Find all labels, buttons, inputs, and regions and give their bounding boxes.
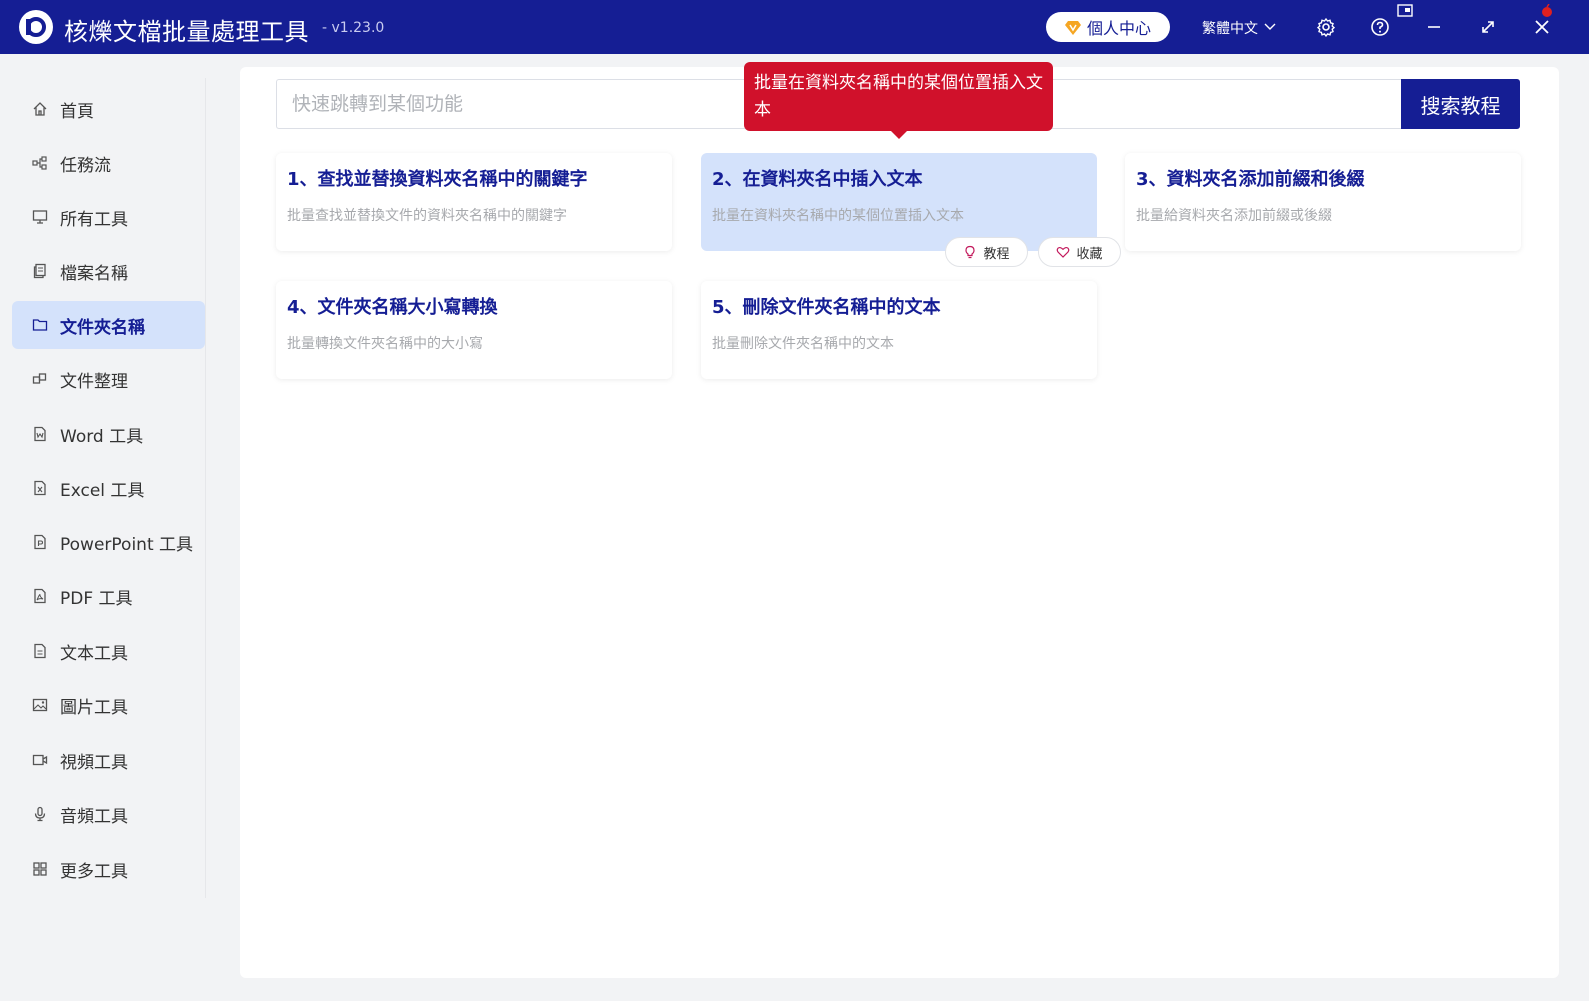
sidebar-item-label: 視頻工具 [60,752,128,773]
sidebar-item-pdf-tools[interactable]: PDF 工具 [12,572,205,620]
sidebar-item-label: 文件整理 [60,371,128,392]
ppt-file-icon [32,534,48,550]
workflow-icon [32,155,48,171]
vip-gem-icon [1064,20,1081,35]
language-selector[interactable]: 繁體中文 [1202,18,1276,38]
sidebar-item-label: 更多工具 [60,861,128,882]
sidebar-item-folder-names[interactable]: 文件夾名稱 [12,301,205,349]
tool-card-case-convert[interactable]: 4、文件夾名稱大小寫轉換 批量轉換文件夾名稱中的大小寫 [276,281,672,379]
card-title: 5、刪除文件夾名稱中的文本 [712,297,941,318]
sidebar-item-workflow[interactable]: 任務流 [12,139,205,187]
sidebar-divider [205,78,206,898]
user-center-label: 個人中心 [1086,19,1151,38]
sidebar-item-label: 檔案名稱 [60,263,128,284]
microphone-icon [32,806,48,822]
favorite-label: 收藏 [1076,246,1103,262]
sidebar-item-image-tools[interactable]: 圖片工具 [12,681,205,729]
help-icon[interactable] [1369,16,1391,38]
word-file-icon [32,426,48,442]
sidebar-item-word-tools[interactable]: Word 工具 [12,410,205,458]
file-copy-icon [32,263,48,279]
card-title: 4、文件夾名稱大小寫轉換 [287,297,498,318]
user-center-button[interactable]: 個人中心 [1046,12,1170,42]
sidebar-item-label: 任務流 [60,155,111,176]
title-bar: 核爍文檔批量處理工具 - v1.23.0 個人中心 繁體中文 [0,0,1589,54]
search-tutorial-button[interactable]: 搜索教程 [1401,79,1520,129]
app-logo-icon [19,10,53,44]
tool-card-insert-text[interactable]: 2、在資料夾名中插入文本 批量在資料夾名稱中的某個位置插入文本 [701,153,1097,251]
notification-icon[interactable] [1397,4,1413,18]
sidebar-item-label: 文件夾名稱 [60,317,145,338]
tutorial-button[interactable]: 教程 [945,237,1028,267]
lightbulb-icon [963,245,977,259]
card-description: 批量刪除文件夾名稱中的文本 [712,336,894,352]
sidebar-item-audio-tools[interactable]: 音頻工具 [12,790,205,838]
grid-icon [32,861,48,877]
sidebar-item-label: 所有工具 [60,209,128,230]
tooltip-arrow [890,130,908,139]
maximize-icon[interactable] [1477,16,1499,38]
image-icon [32,697,48,713]
sidebar-item-label: Word 工具 [60,426,144,447]
heart-icon [1056,245,1070,259]
card-description: 批量查找並替換文件的資料夾名稱中的關鍵字 [287,208,567,224]
sidebar-item-label: PDF 工具 [60,588,133,609]
card-description: 批量給資料夾名添加前綴或後綴 [1136,208,1332,224]
tool-card-prefix-suffix[interactable]: 3、資料夾名添加前綴和後綴 批量給資料夾名添加前綴或後綴 [1125,153,1521,251]
sidebar-item-label: Excel 工具 [60,480,145,501]
sidebar-item-file-organize[interactable]: 文件整理 [12,355,205,403]
sidebar-item-all-tools[interactable]: 所有工具 [12,193,205,241]
video-icon [32,752,48,768]
organize-icon [32,371,48,387]
language-label: 繁體中文 [1202,21,1258,37]
app-title: 核爍文檔批量處理工具 [64,18,309,46]
sidebar-item-file-names[interactable]: 檔案名稱 [12,247,205,295]
card-title: 3、資料夾名添加前綴和後綴 [1136,169,1365,190]
sidebar-item-label: 音頻工具 [60,806,128,827]
sidebar-item-powerpoint-tools[interactable]: PowerPoint 工具 [12,518,205,566]
sidebar-item-home[interactable]: 首頁 [12,85,205,133]
tool-card-delete-text[interactable]: 5、刪除文件夾名稱中的文本 批量刪除文件夾名稱中的文本 [701,281,1097,379]
minimize-icon[interactable] [1423,16,1445,38]
tutorial-label: 教程 [983,246,1010,262]
chevron-down-icon [1264,20,1276,36]
card-description: 批量轉換文件夾名稱中的大小寫 [287,336,483,352]
sidebar-item-label: PowerPoint 工具 [60,534,194,555]
tool-card-find-replace[interactable]: 1、查找並替換資料夾名稱中的關鍵字 批量查找並替換文件的資料夾名稱中的關鍵字 [276,153,672,251]
app-version: - v1.23.0 [322,20,385,36]
card-title: 1、查找並替換資料夾名稱中的關鍵字 [287,169,588,190]
monitor-icon [32,209,48,225]
home-icon [32,101,48,117]
pdf-file-icon [32,588,48,604]
sidebar-item-excel-tools[interactable]: Excel 工具 [12,464,205,512]
folder-icon [32,317,48,333]
card-description: 批量在資料夾名稱中的某個位置插入文本 [712,208,964,224]
sidebar-item-video-tools[interactable]: 視頻工具 [12,736,205,784]
sidebar-item-label: 首頁 [60,101,94,122]
sidebar-item-label: 圖片工具 [60,697,128,718]
sidebar-item-more-tools[interactable]: 更多工具 [12,845,205,893]
favorite-button[interactable]: 收藏 [1038,237,1121,267]
settings-icon[interactable] [1315,16,1337,38]
close-icon[interactable] [1531,16,1553,38]
red-badge-icon [1540,3,1554,17]
text-file-icon [32,643,48,659]
card-title: 2、在資料夾名中插入文本 [712,169,923,190]
sidebar-item-text-tools[interactable]: 文本工具 [12,627,205,675]
sidebar-item-label: 文本工具 [60,643,128,664]
card-tooltip: 批量在資料夾名稱中的某個位置插入文本 [744,62,1053,131]
excel-file-icon [32,480,48,496]
